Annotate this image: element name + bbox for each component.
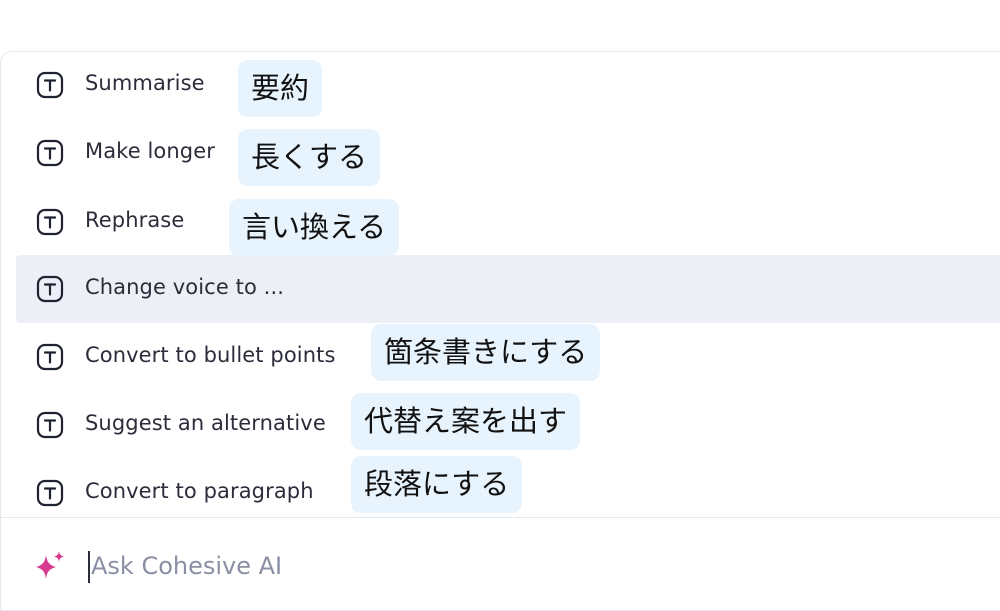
menu-item-label: Suggest an alternative — [85, 411, 326, 435]
translation-note-convert-paragraph: 段落にする — [351, 456, 523, 513]
text-t-icon — [36, 71, 64, 99]
text-t-icon — [36, 275, 64, 303]
menu-item-change-voice[interactable]: Change voice to ... — [16, 255, 1000, 323]
text-t-icon — [36, 343, 64, 371]
translation-note-make-longer: 長くする — [238, 129, 381, 186]
ask-ai-bar — [1, 518, 1000, 608]
menu-item-summarise[interactable]: Summarise — [16, 52, 1000, 120]
menu-item-label: Make longer — [85, 139, 215, 163]
text-cursor — [88, 551, 90, 583]
text-t-icon — [36, 139, 64, 167]
menu-item-rephrase[interactable]: Rephrase — [16, 188, 1000, 256]
menu-item-label: Convert to paragraph — [85, 479, 314, 503]
ai-command-panel: Summarise Make longer Rephrase Change vo… — [0, 51, 1000, 611]
text-t-icon — [36, 208, 64, 236]
translation-note-suggest-alternative: 代替え案を出す — [351, 393, 581, 450]
menu-item-label: Convert to bullet points — [85, 343, 336, 367]
translation-note-rephrase: 言い換える — [229, 199, 400, 256]
text-t-icon — [36, 479, 64, 507]
text-t-icon — [36, 411, 64, 439]
menu-item-make-longer[interactable]: Make longer — [16, 120, 1000, 188]
sparkle-icon — [33, 549, 67, 583]
translation-note-convert-bullets: 箇条書きにする — [371, 324, 601, 381]
menu-item-label: Change voice to ... — [85, 275, 285, 299]
menu-item-label: Rephrase — [85, 208, 185, 232]
translation-note-summarise: 要約 — [238, 60, 323, 117]
menu-item-label: Summarise — [85, 71, 205, 95]
ask-cohesive-ai-input[interactable] — [91, 548, 971, 584]
